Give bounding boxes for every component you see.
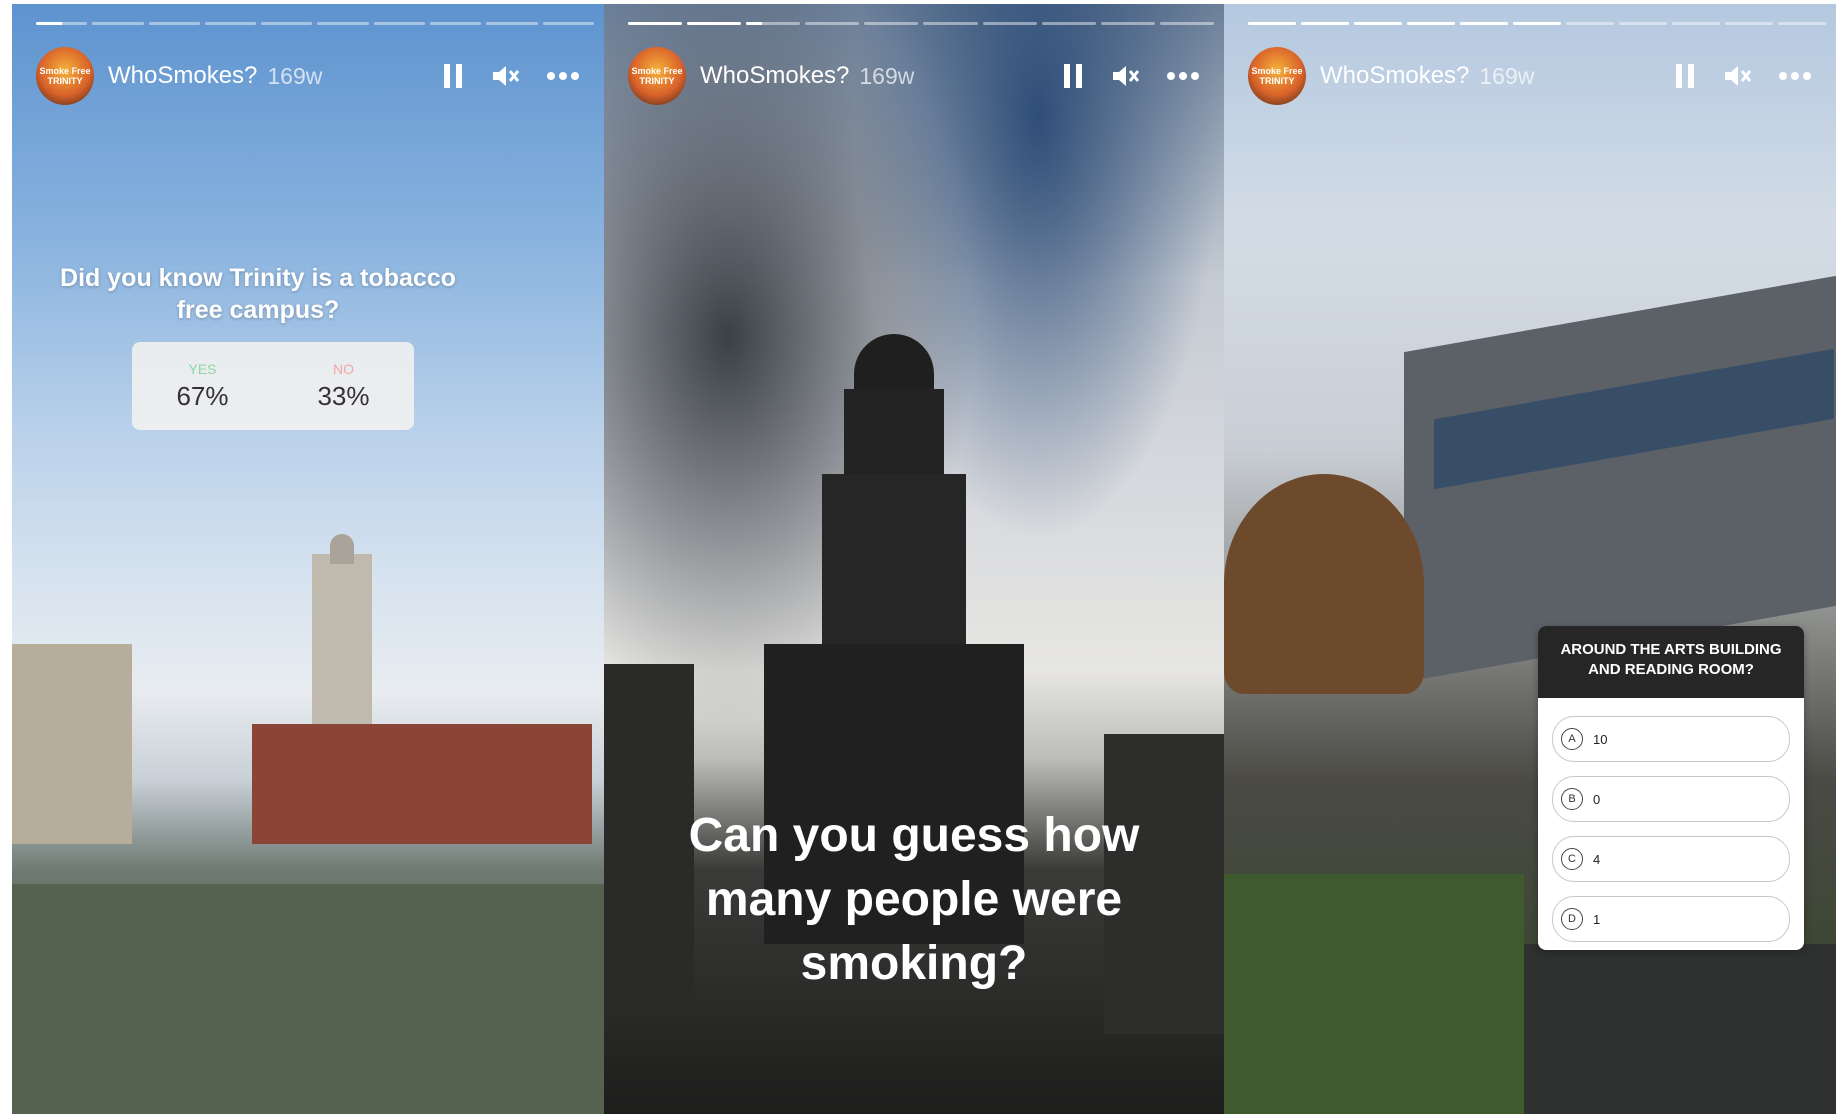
pause-icon[interactable] xyxy=(1674,62,1696,90)
poll-option-label: YES xyxy=(188,360,217,377)
post-age: 169w xyxy=(859,62,915,89)
progress-segment xyxy=(1725,22,1773,25)
poll-question: Did you know Trinity is a tobacco free c… xyxy=(60,264,456,324)
pause-icon[interactable] xyxy=(1062,62,1084,90)
mute-icon[interactable] xyxy=(1110,62,1140,90)
quiz-option-c[interactable]: C 4 xyxy=(1552,836,1790,882)
option-letter: D xyxy=(1561,908,1583,930)
quiz-option-b[interactable]: B 0 xyxy=(1552,776,1790,822)
option-value: 10 xyxy=(1593,731,1608,747)
progress-segment xyxy=(148,22,200,25)
progress-segment xyxy=(317,22,369,25)
progress-segment xyxy=(36,22,88,25)
quiz-sticker[interactable]: AROUND THE ARTS BUILDING AND READING ROO… xyxy=(1538,626,1804,950)
username[interactable]: WhoSmokes? xyxy=(108,62,257,90)
more-options-icon[interactable] xyxy=(546,71,580,81)
red-building xyxy=(252,724,592,844)
campanile-dome xyxy=(330,534,354,564)
poll-option-yes[interactable]: YES 67% xyxy=(132,342,273,430)
story-panel-2[interactable]: Smoke Free TRINITY WhoSmokes? 169w Can y… xyxy=(604,4,1224,1114)
story-panel-1[interactable]: Smoke Free TRINITY WhoSmokes? 169w Did y… xyxy=(12,4,604,1114)
quiz-question: AROUND THE ARTS BUILDING AND READING ROO… xyxy=(1538,626,1804,698)
progress-segment xyxy=(1100,22,1155,25)
option-letter: A xyxy=(1561,728,1583,750)
quiz-option-d[interactable]: D 1 xyxy=(1552,896,1790,942)
progress-segment xyxy=(1513,22,1561,25)
story-header: Smoke Free TRINITY WhoSmokes? 169w xyxy=(1248,46,1826,106)
avatar[interactable]: Smoke Free TRINITY xyxy=(1248,47,1306,105)
pause-icon[interactable] xyxy=(442,62,464,90)
username[interactable]: WhoSmokes? xyxy=(1320,62,1469,90)
progress-segment xyxy=(204,22,257,25)
progress-segment xyxy=(628,22,683,25)
autumn-tree xyxy=(1224,474,1424,694)
story-header: Smoke Free TRINITY WhoSmokes? 169w xyxy=(628,46,1214,106)
progress-segment xyxy=(1778,22,1826,25)
lawn-path xyxy=(12,884,604,1114)
option-letter: C xyxy=(1561,848,1583,870)
progress-segment xyxy=(1672,22,1720,25)
progress-segment xyxy=(430,22,482,25)
story-progress xyxy=(628,22,1214,25)
mute-icon[interactable] xyxy=(1722,62,1752,90)
lawn xyxy=(1224,874,1524,1114)
progress-segment xyxy=(864,22,919,25)
story-progress xyxy=(1248,22,1826,25)
progress-segment xyxy=(982,22,1037,25)
story-panel-3[interactable]: Smoke Free TRINITY WhoSmokes? 169w AROUN… xyxy=(1224,4,1836,1114)
post-age: 169w xyxy=(267,62,323,89)
progress-segment xyxy=(1566,22,1614,25)
option-value: 4 xyxy=(1593,851,1601,867)
poll-option-percent: 33% xyxy=(317,380,370,411)
poll-option-label: NO xyxy=(333,360,354,377)
campanile-shape xyxy=(312,554,372,744)
option-letter: B xyxy=(1561,788,1583,810)
option-value: 0 xyxy=(1593,791,1601,807)
progress-segment xyxy=(687,22,742,25)
post-age: 169w xyxy=(1479,62,1535,89)
progress-segment xyxy=(805,22,860,25)
story-progress xyxy=(36,22,594,25)
progress-segment xyxy=(542,22,594,25)
progress-segment xyxy=(1159,22,1214,25)
story-header: Smoke Free TRINITY WhoSmokes? 169w xyxy=(36,46,594,106)
avatar[interactable]: Smoke Free TRINITY xyxy=(628,47,686,105)
progress-segment xyxy=(1407,22,1455,25)
tower-upper xyxy=(844,389,944,479)
mute-icon[interactable] xyxy=(490,62,520,90)
username[interactable]: WhoSmokes? xyxy=(700,62,849,90)
avatar[interactable]: Smoke Free TRINITY xyxy=(36,47,94,105)
progress-segment xyxy=(92,22,144,25)
progress-segment xyxy=(1619,22,1667,25)
left-building xyxy=(12,644,132,844)
poll-sticker[interactable]: YES 67% NO 33% xyxy=(132,342,414,430)
tower-middle xyxy=(822,474,966,654)
poll-option-percent: 67% xyxy=(176,380,229,411)
progress-segment xyxy=(261,22,313,25)
quiz-option-a[interactable]: A 10 xyxy=(1552,716,1790,762)
option-value: 1 xyxy=(1593,911,1601,927)
progress-segment xyxy=(1301,22,1349,25)
progress-segment xyxy=(746,22,801,25)
more-options-icon[interactable] xyxy=(1166,71,1200,81)
story-caption: Can you guess how many people were smoki… xyxy=(688,809,1140,990)
more-options-icon[interactable] xyxy=(1778,71,1812,81)
progress-segment xyxy=(1460,22,1508,25)
progress-segment xyxy=(1248,22,1296,25)
progress-segment xyxy=(373,22,426,25)
progress-segment xyxy=(486,22,538,25)
walkway xyxy=(1524,944,1836,1114)
progress-segment xyxy=(1041,22,1096,25)
poll-option-no[interactable]: NO 33% xyxy=(273,342,414,430)
progress-segment xyxy=(923,22,978,25)
progress-segment xyxy=(1354,22,1402,25)
